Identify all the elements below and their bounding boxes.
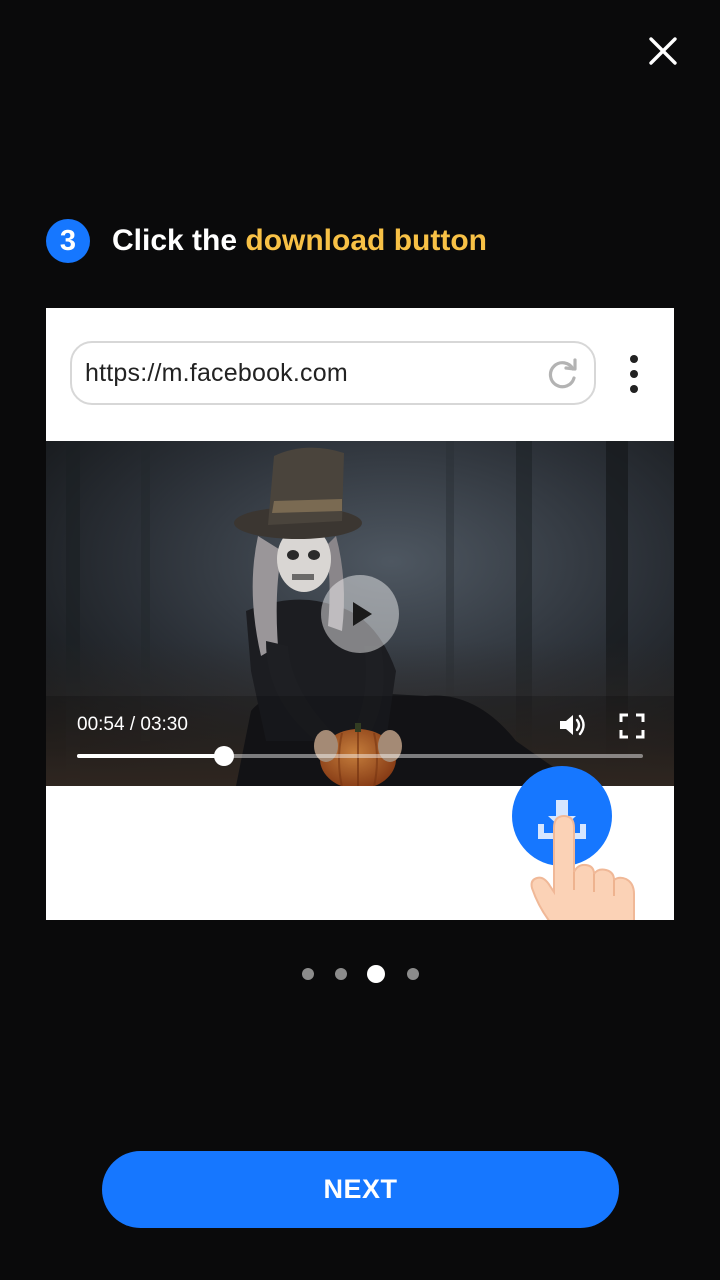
url-bar[interactable]: https://m.facebook.com bbox=[70, 341, 596, 405]
pagination-dot[interactable] bbox=[335, 968, 347, 980]
pagination-dots bbox=[0, 964, 720, 984]
pagination-dot-active[interactable] bbox=[367, 965, 385, 983]
fullscreen-icon[interactable] bbox=[619, 713, 645, 739]
step-title-prefix: Click the bbox=[112, 224, 246, 257]
video-progress-bar[interactable] bbox=[77, 746, 643, 766]
illustration-card: https://m.facebook.com 00:54 / 03:30 bbox=[46, 308, 674, 920]
reload-icon[interactable] bbox=[546, 357, 580, 391]
video-time: 00:54 / 03:30 bbox=[77, 714, 188, 735]
vertical-dots-menu-icon[interactable] bbox=[624, 354, 644, 394]
video-progress-fill bbox=[77, 754, 225, 758]
pointing-hand-icon bbox=[530, 814, 635, 920]
video-player[interactable]: 00:54 / 03:30 bbox=[46, 441, 674, 786]
close-button[interactable] bbox=[644, 32, 682, 70]
tutorial-screen: 3 Click the download button https://m.fa… bbox=[0, 0, 720, 1280]
next-button[interactable]: NEXT bbox=[102, 1151, 619, 1228]
step-title-highlight: download button bbox=[245, 224, 487, 257]
step-title: Click the download button bbox=[112, 224, 487, 258]
close-icon bbox=[649, 37, 677, 65]
play-button[interactable] bbox=[321, 575, 399, 653]
step-number-badge: 3 bbox=[46, 219, 90, 263]
pagination-dot[interactable] bbox=[407, 968, 419, 980]
pagination-dot[interactable] bbox=[302, 968, 314, 980]
volume-icon[interactable] bbox=[558, 712, 586, 738]
step-heading: 3 Click the download button bbox=[46, 218, 487, 264]
play-icon bbox=[353, 602, 372, 626]
url-text: https://m.facebook.com bbox=[85, 358, 348, 387]
